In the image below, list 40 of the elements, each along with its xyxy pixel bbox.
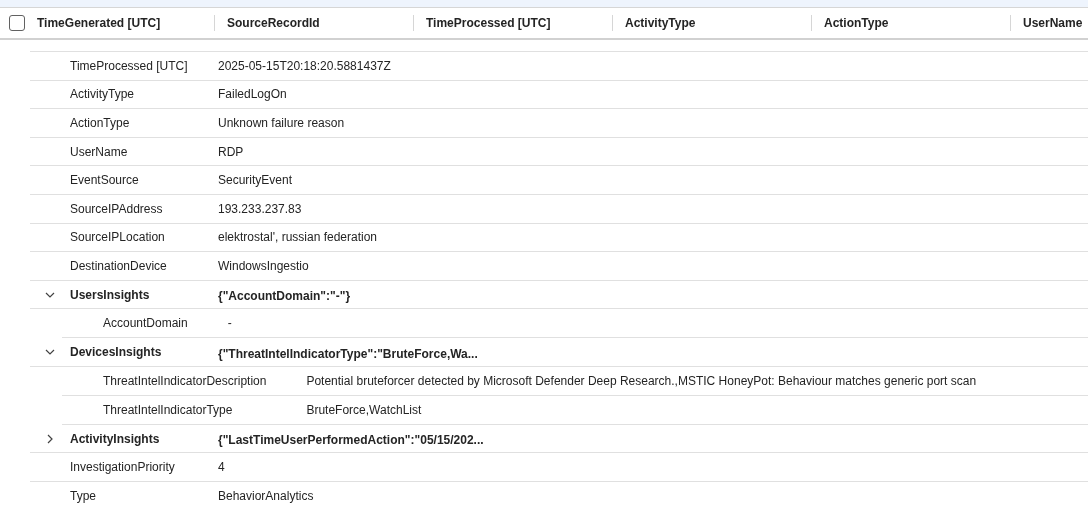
select-all-checkbox[interactable] (9, 15, 25, 31)
field-name: SourceIPLocation (70, 230, 165, 245)
field-value: elektrostal', russian federation (218, 229, 378, 247)
field-value: 4 (218, 459, 225, 477)
field-name: ActionType (70, 116, 130, 130)
field-value: SecurityEvent (218, 172, 293, 190)
column-header[interactable]: TimeGenerated [UTC] (37, 14, 161, 32)
column-header[interactable]: SourceRecordId (227, 14, 320, 32)
chevron-right-icon[interactable] (45, 433, 55, 444)
field-value: - (227, 316, 232, 331)
field-value: Potential bruteforcer detected by Microsoft Defender Deep Research.,MSTIC HoneyPot: Behaviour matches generic port scan (306, 374, 977, 389)
field-name: InvestigationPriority (70, 460, 175, 475)
column-header[interactable]: ActivityType (625, 14, 696, 32)
field-name: UsersInsights (70, 287, 150, 302)
field-value: BruteForce,WatchList (306, 402, 422, 417)
field-value: FailedLogOn (218, 86, 287, 104)
field-value: {"ThreatIntelIndicatorType":"BruteForce,Wa... (218, 345, 478, 363)
field-name: DestinationDevice (70, 258, 167, 273)
field-name: ActivityInsights (70, 431, 160, 446)
column-header[interactable]: TimeProcessed [UTC] (426, 14, 551, 32)
field-name: Type (70, 488, 96, 503)
field-name: EventSource (70, 173, 139, 188)
field-value: RDP (218, 143, 244, 161)
field-value: {"LastTimeUserPerformedAction":"05/15/202... (218, 432, 484, 449)
field-name: DevicesInsights (70, 345, 162, 360)
field-name: AccountDomain (103, 316, 188, 331)
field-value: 2025-05-15T20:18:20.5881437Z (218, 57, 391, 75)
field-name: ActivityType (70, 87, 135, 102)
field-name: SourceIPAddress (70, 201, 163, 216)
field-name: ThreatIntelIndicatorType (103, 402, 233, 417)
field-value: 193.233.237.83 (218, 200, 302, 218)
field-name: ThreatIntelIndicatorDescription (103, 374, 267, 389)
field-value: {"AccountDomain":"-"} (218, 288, 351, 306)
field-value: Unknown failure reason (218, 115, 345, 132)
column-header[interactable]: ActionType (824, 14, 889, 32)
field-name: UserName (70, 144, 128, 159)
field-name: TimeProcessed [UTC] (70, 58, 188, 73)
column-header[interactable]: UserName (1023, 14, 1083, 32)
field-value: BehaviorAnalytics (218, 487, 314, 505)
field-value: WindowsIngestio (218, 257, 309, 275)
